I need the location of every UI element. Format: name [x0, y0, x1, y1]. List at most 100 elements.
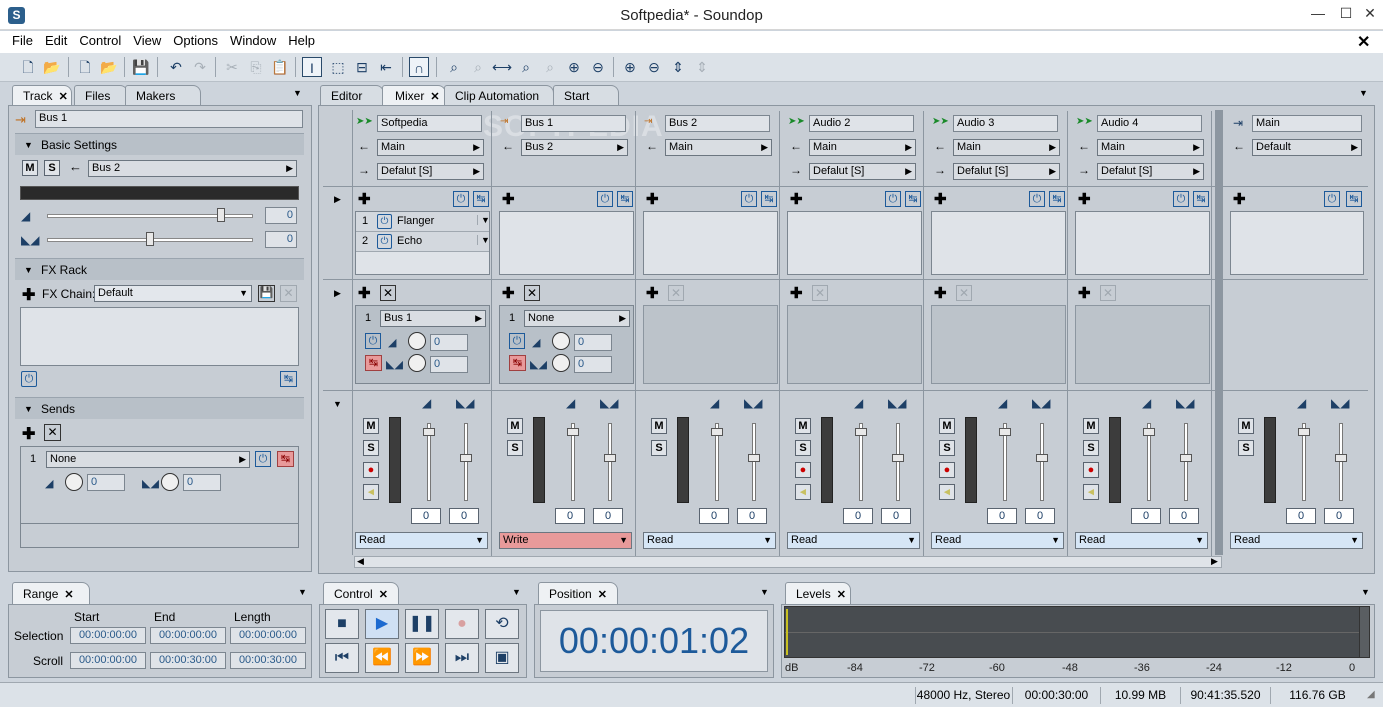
strip-pan-fader[interactable]: [896, 423, 900, 501]
fx-phase-icon[interactable]: ↹: [617, 191, 633, 207]
fx-power-icon[interactable]: ⏻: [741, 191, 757, 207]
time-select-icon[interactable]: ⊟: [352, 57, 372, 77]
remove-send-icon[interactable]: ✕: [44, 424, 61, 441]
strip-monitor-button[interactable]: ◂: [1083, 484, 1099, 500]
strip-input-select[interactable]: Main ▶: [1097, 139, 1204, 156]
zoom-reset-icon[interactable]: ⌕: [540, 57, 560, 77]
tab-position[interactable]: Position ✕: [538, 582, 618, 605]
fx-slot-power-icon[interactable]: ⏻: [377, 214, 392, 229]
new-file-icon[interactable]: 🗋: [18, 57, 38, 77]
redo-icon[interactable]: ↷: [190, 57, 210, 77]
automation-mode-select[interactable]: Read ▼: [1075, 532, 1208, 549]
scroll-start[interactable]: 00:00:00:00: [70, 652, 146, 669]
send-vol-value[interactable]: 0: [574, 334, 612, 351]
strip-solo-button[interactable]: S: [795, 440, 811, 456]
horizontal-scrollbar[interactable]: ◀ ▶: [354, 556, 1222, 568]
selection-start[interactable]: 00:00:00:00: [70, 627, 146, 644]
add-fx-icon[interactable]: ✚: [502, 190, 515, 208]
scroll-right-icon[interactable]: ▶: [1211, 556, 1218, 567]
strip-output-select[interactable]: Defalut [S] ▶: [1097, 163, 1204, 180]
strip-solo-button[interactable]: S: [507, 440, 523, 456]
strip-send-target[interactable]: Bus 1 ▶: [380, 310, 486, 327]
remove-send-icon[interactable]: ✕: [668, 285, 684, 301]
strip-fx-list[interactable]: [499, 211, 634, 275]
fx-phase-icon[interactable]: ↹: [1049, 191, 1065, 207]
add-send-icon[interactable]: ✚: [934, 284, 947, 302]
fx-slot[interactable]: 1 ⏻ Flanger ▼: [356, 212, 490, 232]
strip-pan-value[interactable]: 0: [737, 508, 767, 524]
levels-menu-icon[interactable]: ▼: [1361, 587, 1370, 597]
mute-button[interactable]: M: [22, 160, 38, 176]
undo-icon[interactable]: ↶: [166, 57, 186, 77]
fx-power-icon[interactable]: ⏻: [453, 191, 469, 207]
new-project-icon[interactable]: 🗋: [75, 57, 95, 77]
strip-mute-button[interactable]: M: [795, 418, 811, 434]
fx-slot[interactable]: 2 ⏻ Echo ▼: [356, 232, 490, 252]
fx-power-icon[interactable]: ⏻: [885, 191, 901, 207]
strip-monitor-button[interactable]: ◂: [795, 484, 811, 500]
strip-pan-fader[interactable]: [464, 423, 468, 501]
tab-files[interactable]: Files: [74, 85, 128, 105]
send-vol-knob[interactable]: [65, 473, 83, 491]
menu-control[interactable]: Control: [73, 32, 127, 50]
send-power-icon[interactable]: ⏻: [365, 333, 381, 349]
remove-send-icon[interactable]: ✕: [524, 285, 540, 301]
close-window-button[interactable]: ✕: [1356, 2, 1383, 24]
fx-power-icon[interactable]: ⏻: [597, 191, 613, 207]
volume-fader-handle[interactable]: [567, 428, 579, 436]
strip-fx-list[interactable]: 1 ⏻ Flanger ▼ 2 ⏻ Echo ▼: [355, 211, 490, 275]
automation-mode-select[interactable]: Read ▼: [355, 532, 488, 549]
strip-name-input[interactable]: Audio 2: [809, 115, 914, 132]
sends-header[interactable]: ▼ Sends: [15, 397, 304, 419]
strip-volume-value[interactable]: 0: [987, 508, 1017, 524]
strip-volume-value[interactable]: 0: [1131, 508, 1161, 524]
fx-power-icon[interactable]: ⏻: [21, 371, 37, 387]
zoom-out-full-icon[interactable]: ⌕: [468, 57, 488, 77]
close-tab-icon[interactable]: ✕: [59, 91, 68, 103]
tab-mixer[interactable]: Mixer ✕: [382, 85, 446, 105]
remove-send-icon[interactable]: ✕: [380, 285, 396, 301]
output-select[interactable]: Bus 2 ▶: [88, 160, 297, 177]
strip-record-arm-button[interactable]: ●: [795, 462, 811, 478]
pause-button[interactable]: ❚❚: [405, 609, 439, 639]
control-menu-icon[interactable]: ▼: [512, 587, 521, 597]
minimize-button[interactable]: —: [1304, 2, 1332, 24]
add-fx-icon[interactable]: ✚: [358, 190, 371, 208]
loop-button[interactable]: ⟲: [485, 609, 519, 639]
volume-fader-handle[interactable]: [855, 428, 867, 436]
send-pan-value[interactable]: 0: [183, 474, 221, 491]
pan-fader-handle[interactable]: [604, 454, 616, 462]
strip-fx-list[interactable]: [787, 211, 922, 275]
tab-editor[interactable]: Editor: [320, 85, 384, 105]
fx-power-icon[interactable]: ⏻: [1173, 191, 1189, 207]
fx-phase-icon[interactable]: ↹: [473, 191, 489, 207]
master-volume-value[interactable]: 0: [1286, 508, 1316, 524]
strip-mute-button[interactable]: M: [1083, 418, 1099, 434]
strip-solo-button[interactable]: S: [363, 440, 379, 456]
send-pan-knob[interactable]: [161, 473, 179, 491]
volume-handle[interactable]: [217, 208, 225, 222]
tab-track[interactable]: Track ✕: [12, 85, 72, 105]
strip-solo-button[interactable]: S: [939, 440, 955, 456]
fx-phase-icon[interactable]: ↹: [761, 191, 777, 207]
cut-icon[interactable]: ✂: [222, 57, 242, 77]
strip-monitor-button[interactable]: ◂: [939, 484, 955, 500]
add-fx-icon[interactable]: ✚: [1078, 190, 1091, 208]
strip-record-arm-button[interactable]: ●: [939, 462, 955, 478]
open-project-icon[interactable]: 📂: [99, 57, 119, 77]
add-send-icon[interactable]: ✚: [646, 284, 659, 302]
strip-output-select[interactable]: Defalut [S] ▶: [953, 163, 1060, 180]
strip-record-arm-button[interactable]: ●: [1083, 462, 1099, 478]
solo-button[interactable]: S: [44, 160, 60, 176]
strip-input-select[interactable]: Main ▶: [953, 139, 1060, 156]
strip-mute-button[interactable]: M: [507, 418, 523, 434]
strip-pan-value[interactable]: 0: [593, 508, 623, 524]
fx-row-toggle-icon[interactable]: ▶: [334, 194, 341, 205]
master-automation-select[interactable]: Read ▼: [1230, 532, 1363, 549]
strip-volume-value[interactable]: 0: [411, 508, 441, 524]
add-send-icon[interactable]: ✚: [1078, 284, 1091, 302]
strip-pan-value[interactable]: 0: [881, 508, 911, 524]
basic-settings-header[interactable]: ▼ Basic Settings: [15, 133, 304, 155]
automation-mode-select[interactable]: Write ▼: [499, 532, 632, 549]
go-start-button[interactable]: ⏮: [325, 643, 359, 673]
